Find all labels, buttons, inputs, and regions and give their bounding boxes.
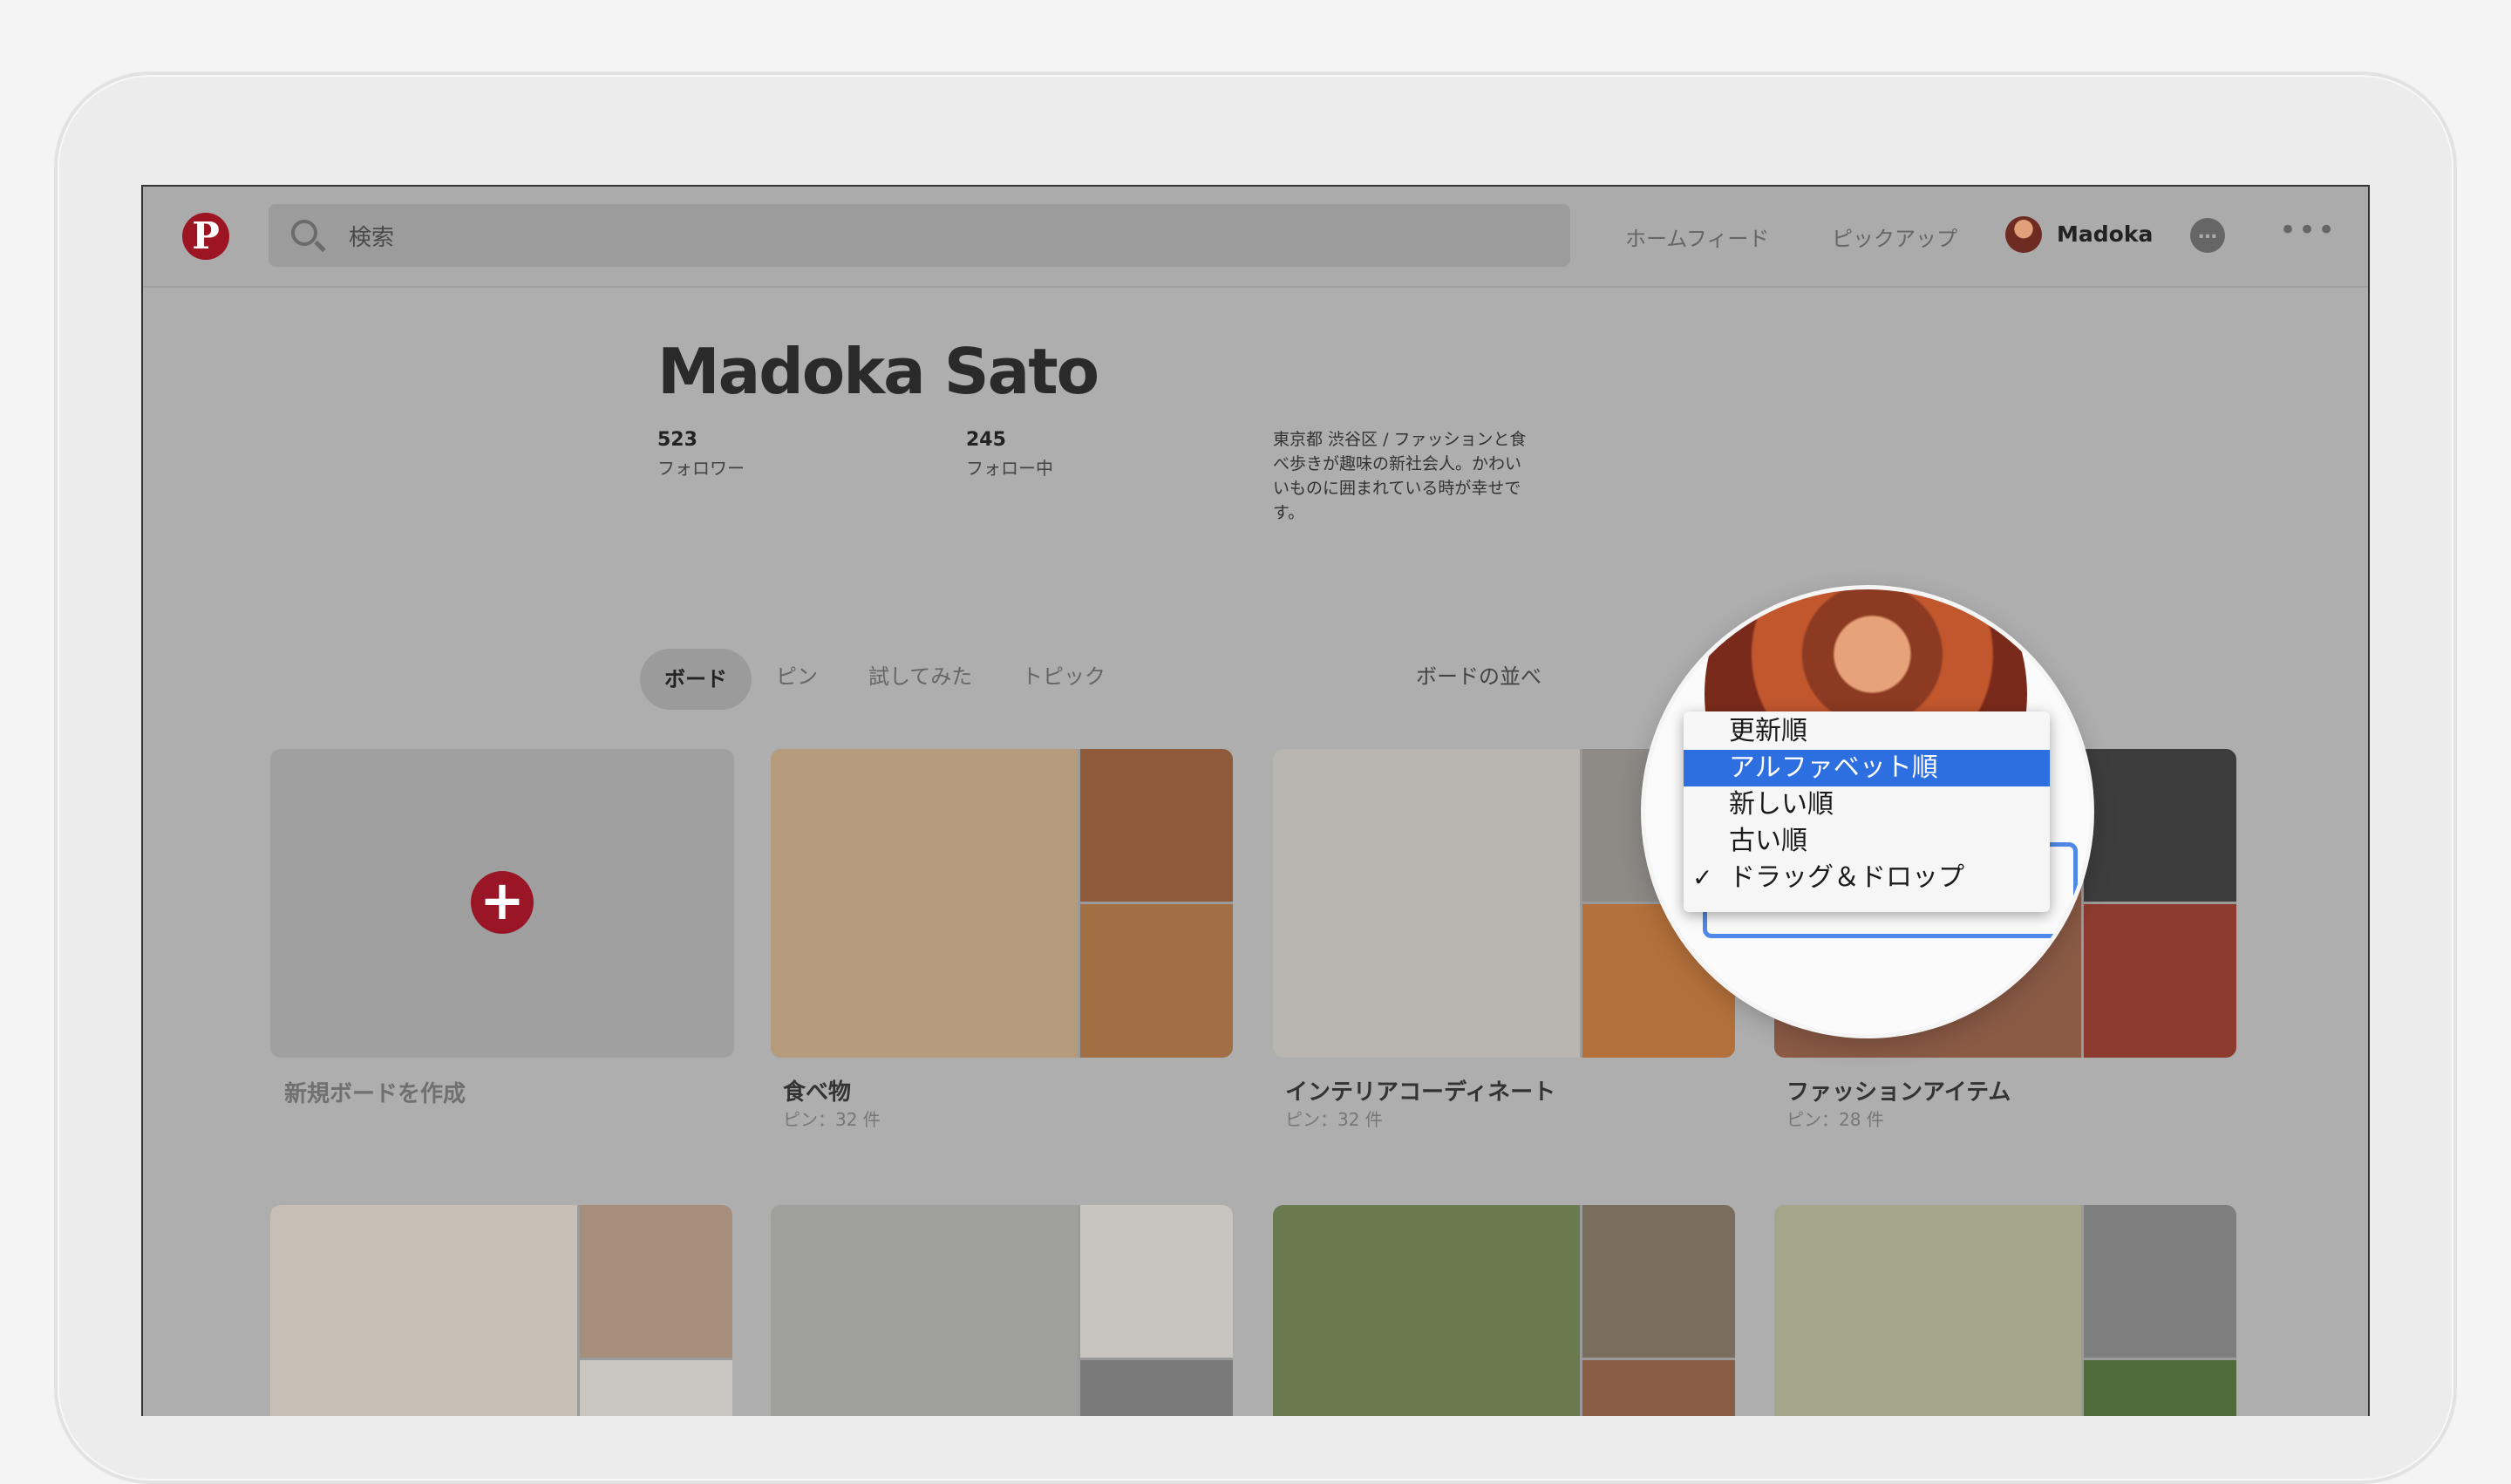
board-thumbnail (771, 1205, 1078, 1416)
board-thumbnail (1273, 749, 1580, 1058)
followers-count: 523 (657, 429, 698, 451)
board-pin-count: ピン：32 件 (1285, 1109, 1383, 1130)
check-icon: ✓ (1692, 863, 1713, 892)
user-name[interactable]: Madoka (2057, 221, 2153, 247)
board-thumbnail (1774, 1205, 2081, 1416)
search-icon (291, 220, 317, 246)
following-stat[interactable]: 245 フォロー中 (966, 429, 1053, 480)
chat-icon[interactable]: … (2190, 218, 2225, 253)
tab-boards[interactable]: ボード (640, 649, 752, 710)
board-card[interactable] (771, 1205, 1233, 1416)
nav-home-feed[interactable]: ホームフィード (1625, 221, 1769, 252)
avatar[interactable] (2005, 216, 2042, 253)
search-placeholder: 検索 (349, 225, 395, 251)
board-card[interactable] (1774, 1205, 2236, 1416)
board-card[interactable] (771, 749, 1233, 1058)
plus-icon: + (471, 871, 534, 934)
sort-option-oldest[interactable]: 古い順 (1684, 823, 2050, 860)
magnifier-lens: 更新順 アルファベット順 新しい順 古い順 ✓ ドラッグ＆ドロップ (1645, 589, 2090, 1034)
sort-option-updated[interactable]: 更新順 (1684, 713, 2050, 750)
sort-option-drag-drop-label: ドラッグ＆ドロップ (1729, 862, 1964, 893)
tab-topics[interactable]: トピック (1022, 659, 1106, 690)
followers-label: フォロワー (657, 458, 745, 479)
tab-pins[interactable]: ピン (776, 659, 818, 690)
top-nav-bar: P 検索 ホームフィード ピックアップ Madoka … ••• (143, 187, 2368, 288)
browser-screen: P 検索 ホームフィード ピックアップ Madoka … ••• Madoka … (141, 185, 2370, 1416)
board-thumbnail (2084, 904, 2236, 1058)
tab-tried[interactable]: 試してみた (868, 659, 972, 690)
pinterest-logo[interactable]: P (182, 213, 229, 260)
following-count: 245 (966, 429, 1006, 451)
board-pin-count: ピン：28 件 (1786, 1109, 1884, 1130)
board-thumbnail (771, 749, 1078, 1058)
board-thumbnail (1080, 749, 1233, 902)
profile-bio: 東京都 渋谷区 / ファッションと食べ歩きが趣味の新社会人。かわいいものに囲まれ… (1273, 430, 1527, 522)
board-title[interactable]: 食べ物 (783, 1074, 851, 1106)
board-thumbnail (580, 1360, 732, 1416)
board-card[interactable] (270, 1205, 732, 1416)
board-thumbnail (1080, 1205, 1233, 1358)
followers-stat[interactable]: 523 フォロワー (657, 429, 745, 480)
board-thumbnail (2084, 749, 2236, 902)
create-board-label[interactable]: 新規ボードを作成 (284, 1076, 466, 1108)
board-thumbnail (270, 1205, 577, 1416)
board-thumbnail (580, 1205, 732, 1358)
board-title[interactable]: インテリアコーディネート (1285, 1074, 1555, 1106)
board-thumbnail (2084, 1360, 2236, 1416)
sort-option-alphabetical[interactable]: アルファベット順 (1684, 750, 2050, 786)
board-thumbnail (1080, 1360, 1233, 1416)
board-thumbnail (1582, 1205, 1735, 1358)
board-title[interactable]: ファッションアイテム (1786, 1074, 2011, 1106)
board-pin-count: ピン：32 件 (783, 1109, 881, 1130)
nav-pickup[interactable]: ピックアップ (1832, 221, 1957, 252)
board-thumbnail (1080, 904, 1233, 1058)
more-icon[interactable]: ••• (2279, 213, 2337, 248)
board-thumbnail (1582, 1360, 1735, 1416)
sort-option-drag-drop[interactable]: ✓ ドラッグ＆ドロップ (1684, 860, 2050, 896)
sort-option-newest[interactable]: 新しい順 (1684, 786, 2050, 823)
following-label: フォロー中 (966, 458, 1053, 479)
profile-name: Madoka Sato (657, 335, 1099, 408)
sort-label[interactable]: ボードの並べ (1416, 659, 1541, 690)
board-thumbnail (1273, 1205, 1580, 1416)
sort-dropdown-menu[interactable]: 更新順 アルファベット順 新しい順 古い順 ✓ ドラッグ＆ドロップ (1684, 711, 2050, 912)
create-board-card[interactable]: + (270, 749, 734, 1058)
board-card[interactable] (1273, 1205, 1735, 1416)
board-thumbnail (2084, 1205, 2236, 1358)
search-bar[interactable]: 検索 (269, 204, 1570, 267)
